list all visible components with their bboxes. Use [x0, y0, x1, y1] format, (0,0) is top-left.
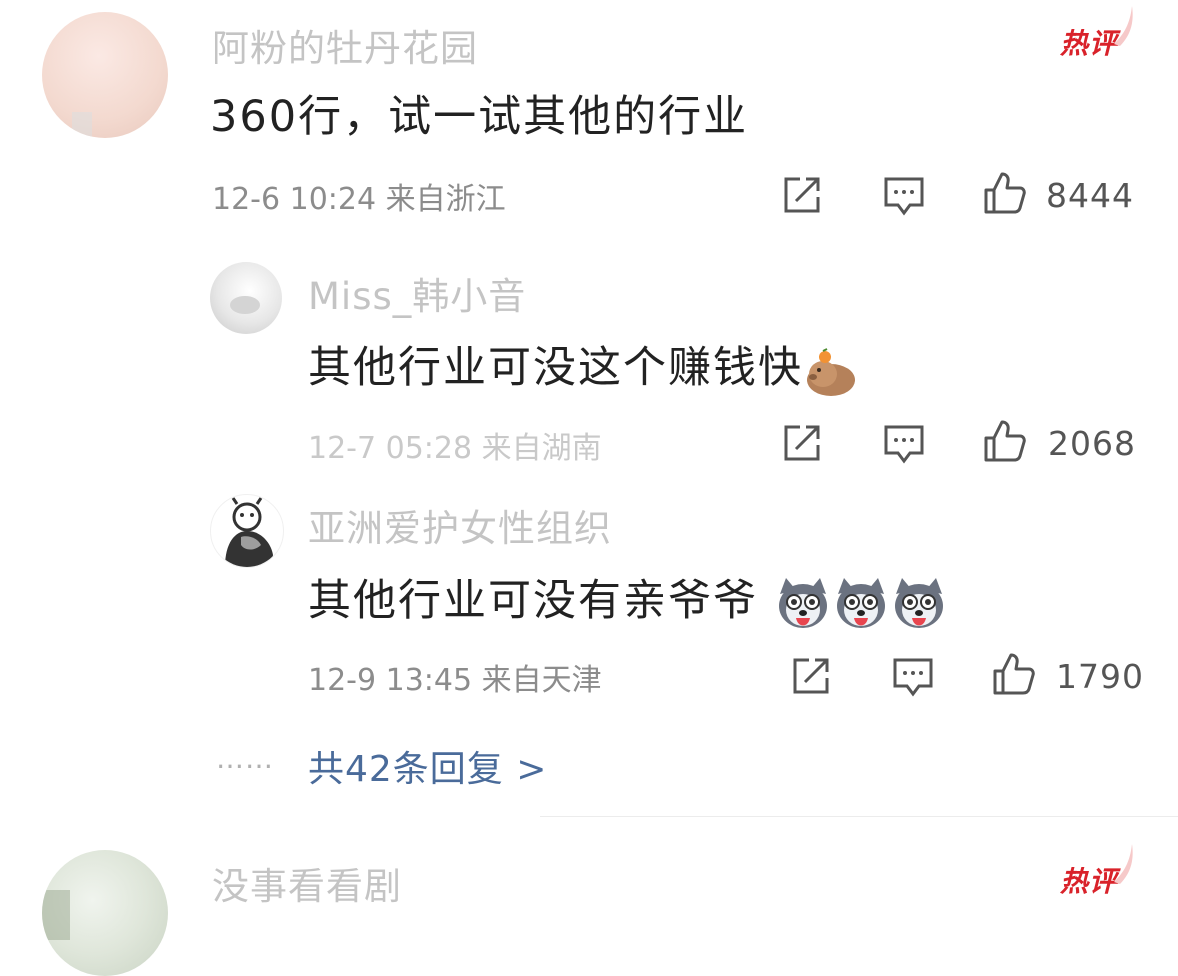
reply-date: 12-7 05:28	[308, 431, 473, 466]
avatar[interactable]	[210, 494, 284, 568]
comment-username[interactable]: 阿粉的牡丹花园	[212, 18, 478, 72]
share-icon[interactable]	[780, 421, 824, 465]
comment-username[interactable]: 没事看看剧	[212, 856, 402, 910]
share-icon[interactable]	[789, 654, 833, 698]
husky-emoji	[778, 577, 827, 628]
reply-meta: 12-7 05:28 来自湖南	[308, 423, 602, 467]
more-replies-dots: ……	[216, 742, 274, 775]
comment-icon[interactable]	[882, 173, 926, 217]
like-icon[interactable]	[982, 170, 1026, 214]
reply-date: 12-9 13:45	[308, 663, 473, 698]
divider	[540, 816, 1178, 817]
like-count: 2068	[1048, 424, 1136, 463]
comment-meta: 12-6 10:24 来自浙江	[212, 174, 506, 218]
like-icon[interactable]	[991, 651, 1035, 695]
reply-text-content: 其他行业可没这个赚钱快	[308, 343, 803, 393]
like-icon[interactable]	[982, 418, 1026, 462]
flame-icon	[1114, 844, 1133, 884]
share-icon[interactable]	[780, 173, 824, 217]
reply-location: 来自天津	[481, 663, 602, 698]
avatar[interactable]	[210, 262, 282, 334]
flame-icon	[1114, 6, 1133, 46]
husky-emoji	[894, 577, 943, 628]
avatar[interactable]	[42, 12, 168, 138]
reply-username[interactable]: Miss_韩小音	[308, 266, 526, 320]
like-count: 8444	[1046, 176, 1134, 215]
reply-text-content: 其他行业可没有亲爷爷	[308, 576, 758, 626]
comment-icon[interactable]	[891, 654, 935, 698]
comment-icon[interactable]	[882, 421, 926, 465]
capybara-emoji	[807, 347, 855, 396]
comment-text: 360行，试一试其他的行业	[210, 92, 749, 142]
reply-text: 其他行业可没这个赚钱快	[308, 333, 857, 398]
reply-meta: 12-9 13:45 来自天津	[308, 655, 602, 699]
comment-date: 12-6 10:24	[212, 182, 377, 217]
view-all-replies-link[interactable]: 共42条回复 >	[308, 740, 547, 792]
avatar[interactable]	[42, 850, 168, 976]
husky-emoji	[836, 577, 885, 628]
reply-username[interactable]: 亚洲爱护女性组织	[308, 498, 612, 552]
reply-text: 其他行业可没有亲爷爷	[308, 566, 948, 632]
reply-location: 来自湖南	[481, 431, 602, 466]
like-count: 1790	[1056, 657, 1144, 696]
comment-location: 来自浙江	[385, 182, 506, 217]
